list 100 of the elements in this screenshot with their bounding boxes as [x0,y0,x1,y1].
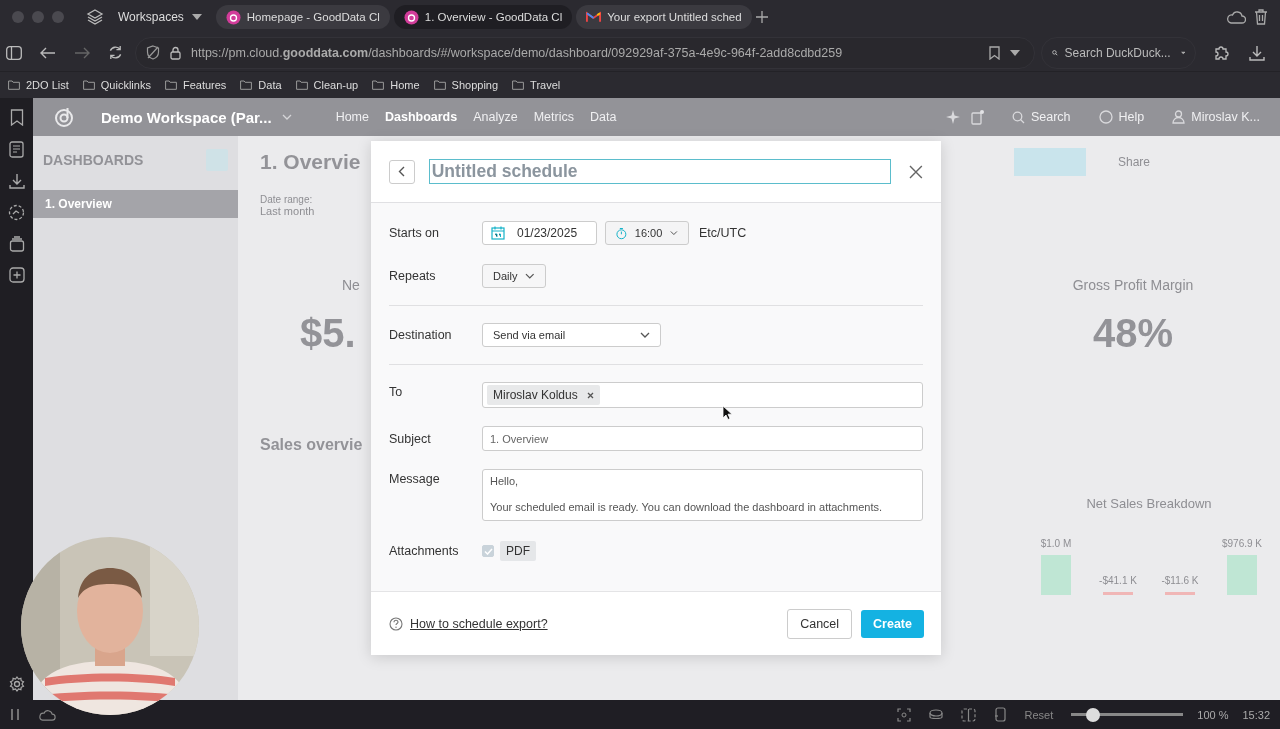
address-bar[interactable]: https://pm.cloud.gooddata.com/dashboards/#/workspace/demo/dashboard/092929af-375a-4e9c-964f-2add8cdbd259 [135,36,1035,69]
cloud-icon[interactable] [38,708,56,721]
browser-tab[interactable]: Homepage - GoodData Cl [215,5,390,29]
field-label: Subject [389,431,432,446]
time-dropdown[interactable]: 16:00 [605,221,689,245]
add-panel-icon[interactable] [8,267,25,283]
mail-icon [586,11,602,23]
user-icon [1172,110,1186,124]
help-link[interactable]: How to schedule export? [410,616,548,631]
stack-icon[interactable] [928,707,943,722]
subject-field[interactable]: 1. Overview [482,426,923,451]
chevron-icon [640,332,650,338]
remove-icon[interactable] [586,391,594,399]
split-view-icon[interactable] [960,707,976,722]
search-icon [1011,110,1025,124]
new-tab-icon[interactable] [755,11,768,23]
dashboard-title: 1. Overvie [260,150,361,174]
chart-bar [1103,592,1133,595]
kpi-value: 48% [1092,311,1174,356]
field-label: Starts on [389,226,441,240]
attachment-tag: PDF [500,541,536,561]
url-text: https://pm.cloud.gooddata.com/dashboards/#/workspace/demo/dashboard/092929af-375a-4e9c-964f-2add8cdbd259 [191,45,843,60]
screenshot-icon[interactable] [896,707,911,722]
forward-icon[interactable] [74,46,90,59]
folder-icon [295,80,308,90]
recipients-field[interactable]: Miroslav Koldus [482,382,923,408]
help-icon [1098,110,1113,124]
logo-icon [225,9,241,25]
chart-bar [1227,555,1257,595]
timer-icon [616,225,627,241]
chart-bar [1041,555,1071,595]
device-icon[interactable] [993,707,1007,722]
date-field[interactable]: 01/23/2025 [482,221,597,245]
browser-tab[interactable]: 1. Overview - GoodData Cl [393,5,573,29]
bookmark-folder[interactable]: Features [164,79,227,91]
recipient-chip[interactable]: Miroslav Koldus [487,385,600,405]
notes-icon[interactable] [9,141,24,158]
bookmark-folder[interactable]: Shopping [433,79,499,91]
zoom-level: 100 % [1197,708,1229,721]
download-icon[interactable] [1249,44,1265,61]
cancel-button[interactable]: Cancel [787,608,853,639]
filter-label: Date range: [260,194,314,205]
checkbox[interactable] [482,545,494,557]
bar-value-label: -$41.1 K [1099,575,1137,586]
field-label: Destination [389,328,453,342]
browser-tab[interactable]: Your export Untitled sched [576,5,752,29]
bar-value-label: -$11.6 K [1161,575,1199,586]
back-icon[interactable] [40,46,56,59]
settings-icon[interactable] [8,676,25,692]
sidebar-toggle-icon[interactable] [6,45,22,60]
download-icon[interactable] [8,173,25,189]
check-icon [483,547,493,555]
section-title: Sales overvie [260,436,363,455]
bookmark-icon[interactable] [989,45,1000,60]
zoom-slider-thumb[interactable] [1085,707,1100,722]
bookmark-folder[interactable]: Travel [512,79,561,91]
close-icon[interactable] [909,164,923,179]
reset-button[interactable]: Reset [1024,708,1054,721]
history-icon[interactable] [8,204,25,221]
folder-icon [512,80,525,90]
bookmark-folder[interactable]: Home [372,79,420,91]
bookmark-folder[interactable]: 2DO List [8,79,69,91]
layers-icon[interactable] [86,8,104,26]
puzzle-icon[interactable] [1214,44,1231,61]
timezone-text: Etc/UTC [699,226,747,240]
folder-icon [372,80,385,90]
bookmark-icon[interactable] [9,109,24,126]
search-input[interactable]: Search DuckDuck... [1062,44,1177,61]
pause-icon[interactable] [10,709,20,720]
repeats-dropdown[interactable]: Daily [482,264,546,288]
chevron-left-icon [398,166,406,177]
folder-icon [82,80,95,90]
workspaces-menu[interactable]: Workspaces [112,10,208,24]
schedule-title-field[interactable]: Untitled schedule [428,159,892,184]
folder-icon [164,80,177,90]
trash-icon[interactable] [1254,9,1268,25]
chart-title: Net Sales Breakdown [1086,496,1212,511]
kpi-title: Gross Profit Margin [1072,277,1194,293]
destination-dropdown[interactable]: Send via email [482,323,661,347]
lock-icon [170,45,181,60]
bookmark-folder[interactable]: Clean-up [295,79,359,91]
folder-icon [8,80,20,90]
caret-icon[interactable] [1180,49,1185,56]
shield-icon [146,45,160,60]
logo-icon [403,9,419,25]
chevron-icon [670,230,678,236]
kpi-value: $5. [300,311,356,356]
stack-icon[interactable] [8,236,25,252]
cursor-icon [722,405,732,420]
field-label: Message [389,471,441,486]
chevron-icon [525,273,535,279]
bar-value-label: $1.0 M [1040,538,1072,549]
clock: 15:32 [1242,708,1270,721]
caret-icon[interactable] [1010,49,1020,56]
reload-icon[interactable] [108,45,123,60]
bookmark-folder[interactable]: Quicklinks [82,79,151,91]
cloud-icon[interactable] [1226,10,1246,24]
folder-icon [433,80,446,90]
bookmark-folder[interactable]: Data [240,79,282,91]
message-field[interactable]: Hello, Your scheduled email is ready. You can download the dashboard in attachments. [482,469,923,521]
